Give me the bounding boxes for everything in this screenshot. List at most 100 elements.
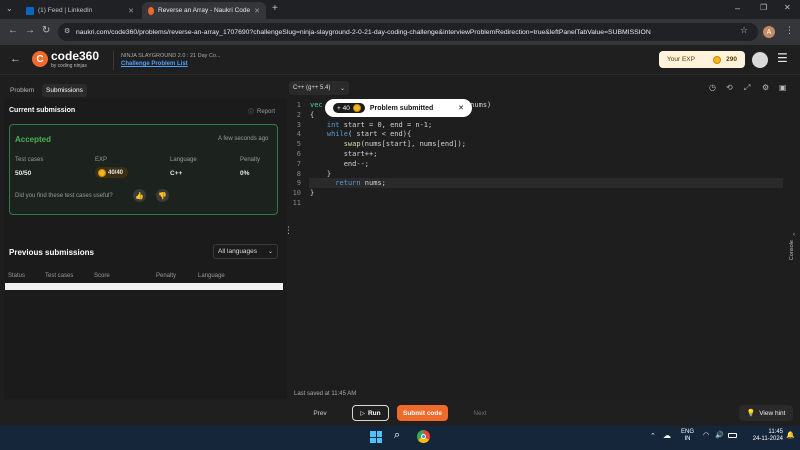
report-label: Report	[257, 108, 276, 115]
line-number: 3	[296, 120, 301, 129]
col-score: Score	[94, 273, 110, 279]
code-content: vec ctor<int> &nums) { int start = 0, en…	[310, 101, 491, 209]
line-number: 10	[292, 189, 301, 198]
url-text: naukri.com/code360/problems/reverse-an-a…	[76, 28, 651, 36]
lang-code: ENG	[681, 429, 695, 435]
coin-icon	[352, 104, 361, 112]
volume-icon[interactable]: 🔊	[715, 431, 724, 439]
console-label: Console	[789, 240, 795, 261]
user-avatar[interactable]	[752, 52, 768, 68]
bookmark-star-icon[interactable]: ☆	[740, 25, 748, 36]
toast-message: Problem submitted	[369, 104, 434, 112]
brand-sub: by coding ninjas	[51, 63, 87, 69]
horizontal-scrollbar[interactable]	[5, 283, 283, 290]
tab-title: (1) Feed | LinkedIn	[38, 7, 93, 14]
browser-menu-icon[interactable]: ⋮	[785, 25, 794, 36]
clock-date: 24-11-2024	[752, 436, 783, 442]
col-penalty: Penalty	[156, 273, 177, 279]
chevron-left-icon: ‹	[793, 232, 795, 238]
battery-icon[interactable]	[728, 433, 737, 438]
language-label: Language	[170, 157, 197, 163]
header-divider	[113, 51, 114, 70]
profile-avatar[interactable]: A	[763, 26, 775, 38]
testcases-value: 50/50	[15, 170, 32, 177]
exp-value: 290	[726, 56, 737, 63]
taskbar-search-icon[interactable]: ⌕	[394, 429, 400, 442]
reset-code-icon[interactable]: ⟲	[726, 83, 733, 92]
language-filter-select[interactable]: All languages ⌄	[213, 244, 278, 259]
clock-time: 11:45	[768, 429, 783, 435]
run-button[interactable]: ▷ Run	[352, 405, 389, 421]
close-icon[interactable]: ✕	[128, 7, 134, 15]
browser-tab-linkedin[interactable]: (1) Feed | LinkedIn ✕	[20, 2, 140, 19]
reload-icon[interactable]: ↻	[42, 25, 50, 36]
weather-cloud-icon[interactable]: ☁	[663, 431, 671, 440]
clock[interactable]: 11:45 24-11-2024	[741, 429, 783, 443]
tab-title: Reverse an Array - Naukri Code	[158, 7, 251, 14]
region-code: IN	[684, 436, 691, 442]
tab-search-icon[interactable]: ⌄	[6, 4, 13, 13]
chevron-down-icon: ⌄	[267, 249, 273, 255]
code360-icon	[148, 6, 154, 15]
site-info-icon[interactable]: ⚙	[64, 27, 70, 35]
exp-label: Your EXP	[667, 56, 695, 63]
profile-initial: A	[766, 28, 772, 36]
wifi-icon[interactable]: ◠	[703, 431, 709, 439]
chevron-up-icon[interactable]: ⌃	[650, 432, 656, 440]
window-close-icon[interactable]: ✕	[784, 3, 791, 12]
new-tab-icon[interactable]: +	[272, 3, 278, 14]
layout-icon[interactable]: ▣	[779, 83, 787, 92]
code-line-6: start++;	[310, 149, 378, 158]
line-number: 5	[296, 140, 301, 149]
exp-stat-pill: 40/40	[95, 167, 128, 178]
tab-submissions[interactable]: Submissions	[42, 84, 87, 97]
col-language: Language	[198, 273, 225, 279]
url-field[interactable]: naukri.com/code360/problems/reverse-an-a…	[58, 23, 758, 41]
exp-stat-value: 40/40	[108, 169, 124, 176]
view-hint-label: View hint	[759, 409, 786, 417]
console-toggle[interactable]: ‹ Console	[789, 232, 799, 272]
thumbs-up-icon[interactable]: 👍	[133, 189, 146, 202]
fullscreen-icon[interactable]: ⤢	[744, 83, 750, 93]
app-back-icon[interactable]: ←	[10, 53, 21, 65]
col-status: Status	[8, 273, 26, 279]
code360-logo-icon[interactable]: C	[32, 51, 48, 67]
report-button[interactable]: ⓘ Report	[248, 107, 276, 117]
challenge-list-link[interactable]: Challenge Problem List	[121, 61, 188, 67]
close-icon[interactable]: ✕	[458, 104, 464, 112]
coin-icon	[713, 55, 722, 64]
windows-start-icon[interactable]	[370, 431, 382, 443]
maximize-icon[interactable]: ❐	[760, 3, 767, 12]
hamburger-menu-icon[interactable]: ☰	[777, 51, 788, 65]
close-icon[interactable]: ✕	[254, 7, 260, 15]
language-select[interactable]: C++ (g++ 5.4) ⌄	[289, 81, 349, 95]
current-submission-title: Current submission	[9, 107, 76, 114]
exp-badge[interactable]: Your EXP 290	[659, 51, 745, 68]
back-icon[interactable]: ←	[8, 25, 18, 36]
browser-tab-code360[interactable]: Reverse an Array - Naukri Code ✕	[142, 2, 266, 19]
submit-code-button[interactable]: Submit code	[397, 405, 448, 421]
status-time: A few seconds ago	[218, 136, 269, 142]
thumbs-down-icon[interactable]: 👎	[156, 189, 169, 202]
exp-stat-label: EXP	[95, 157, 108, 163]
line-numbers: 1 2 3 4 5 6 7 8 9 10 11	[287, 101, 301, 209]
penalty-value: 0%	[240, 170, 250, 177]
tab-problem[interactable]: Problem	[6, 84, 38, 97]
view-hint-button[interactable]: 💡 View hint	[739, 405, 793, 421]
language-indicator[interactable]: ENG IN	[681, 429, 694, 443]
code-line-4: while( start < end){	[326, 130, 412, 139]
forward-icon[interactable]: →	[25, 25, 35, 36]
minimize-icon[interactable]: –	[735, 3, 740, 13]
line-number: 1	[296, 101, 301, 109]
notification-bell-icon[interactable]: 🔔	[786, 431, 795, 439]
line-number: 7	[296, 159, 301, 168]
next-button[interactable]: Next	[465, 405, 495, 421]
timer-icon[interactable]: ◷	[709, 83, 716, 92]
line-number: 11	[292, 198, 301, 207]
line-number: 6	[296, 149, 301, 158]
info-icon: ⓘ	[248, 110, 255, 116]
last-saved: Last saved at 11:45 AM	[294, 391, 357, 397]
prev-button[interactable]: Prev	[305, 405, 335, 421]
settings-icon[interactable]: ⚙	[762, 83, 769, 92]
chrome-taskbar-icon[interactable]	[417, 430, 430, 443]
